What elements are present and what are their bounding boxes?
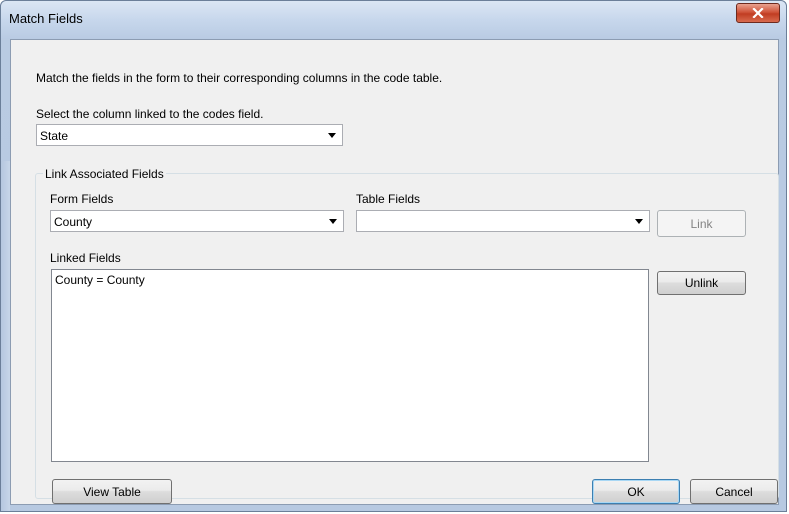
instructions-text: Match the fields in the form to their co…	[36, 71, 443, 85]
table-fields-select[interactable]	[356, 210, 650, 232]
dialog-client-area: Match the fields in the form to their co…	[10, 39, 779, 505]
close-icon	[752, 8, 764, 18]
codes-column-label: Select the column linked to the codes fi…	[36, 107, 264, 121]
list-item[interactable]: County = County	[55, 273, 145, 287]
ok-button[interactable]: OK	[592, 479, 680, 504]
chevron-down-icon	[635, 219, 643, 224]
chevron-down-icon	[329, 219, 337, 224]
linked-fields-label: Linked Fields	[50, 251, 121, 265]
form-fields-value: County	[54, 215, 93, 229]
window-frame-edge	[1, 161, 10, 511]
form-fields-label: Form Fields	[50, 192, 114, 206]
match-fields-dialog: Match Fields Match the fields in the for…	[0, 0, 787, 512]
view-table-button[interactable]: View Table	[52, 479, 172, 504]
close-button[interactable]	[736, 3, 780, 23]
unlink-button[interactable]: Unlink	[657, 271, 746, 295]
group-legend: Link Associated Fields	[43, 167, 166, 181]
codes-column-value: State	[40, 129, 69, 143]
title-bar[interactable]: Match Fields	[1, 1, 786, 39]
cancel-button[interactable]: Cancel	[690, 479, 778, 504]
window-title: Match Fields	[9, 11, 83, 26]
table-fields-label: Table Fields	[356, 192, 421, 206]
chevron-down-icon	[328, 133, 336, 138]
link-button[interactable]: Link	[657, 210, 746, 237]
codes-column-select[interactable]: State	[36, 124, 343, 146]
form-fields-select[interactable]: County	[50, 210, 344, 232]
linked-fields-list[interactable]: County = County	[51, 269, 649, 462]
